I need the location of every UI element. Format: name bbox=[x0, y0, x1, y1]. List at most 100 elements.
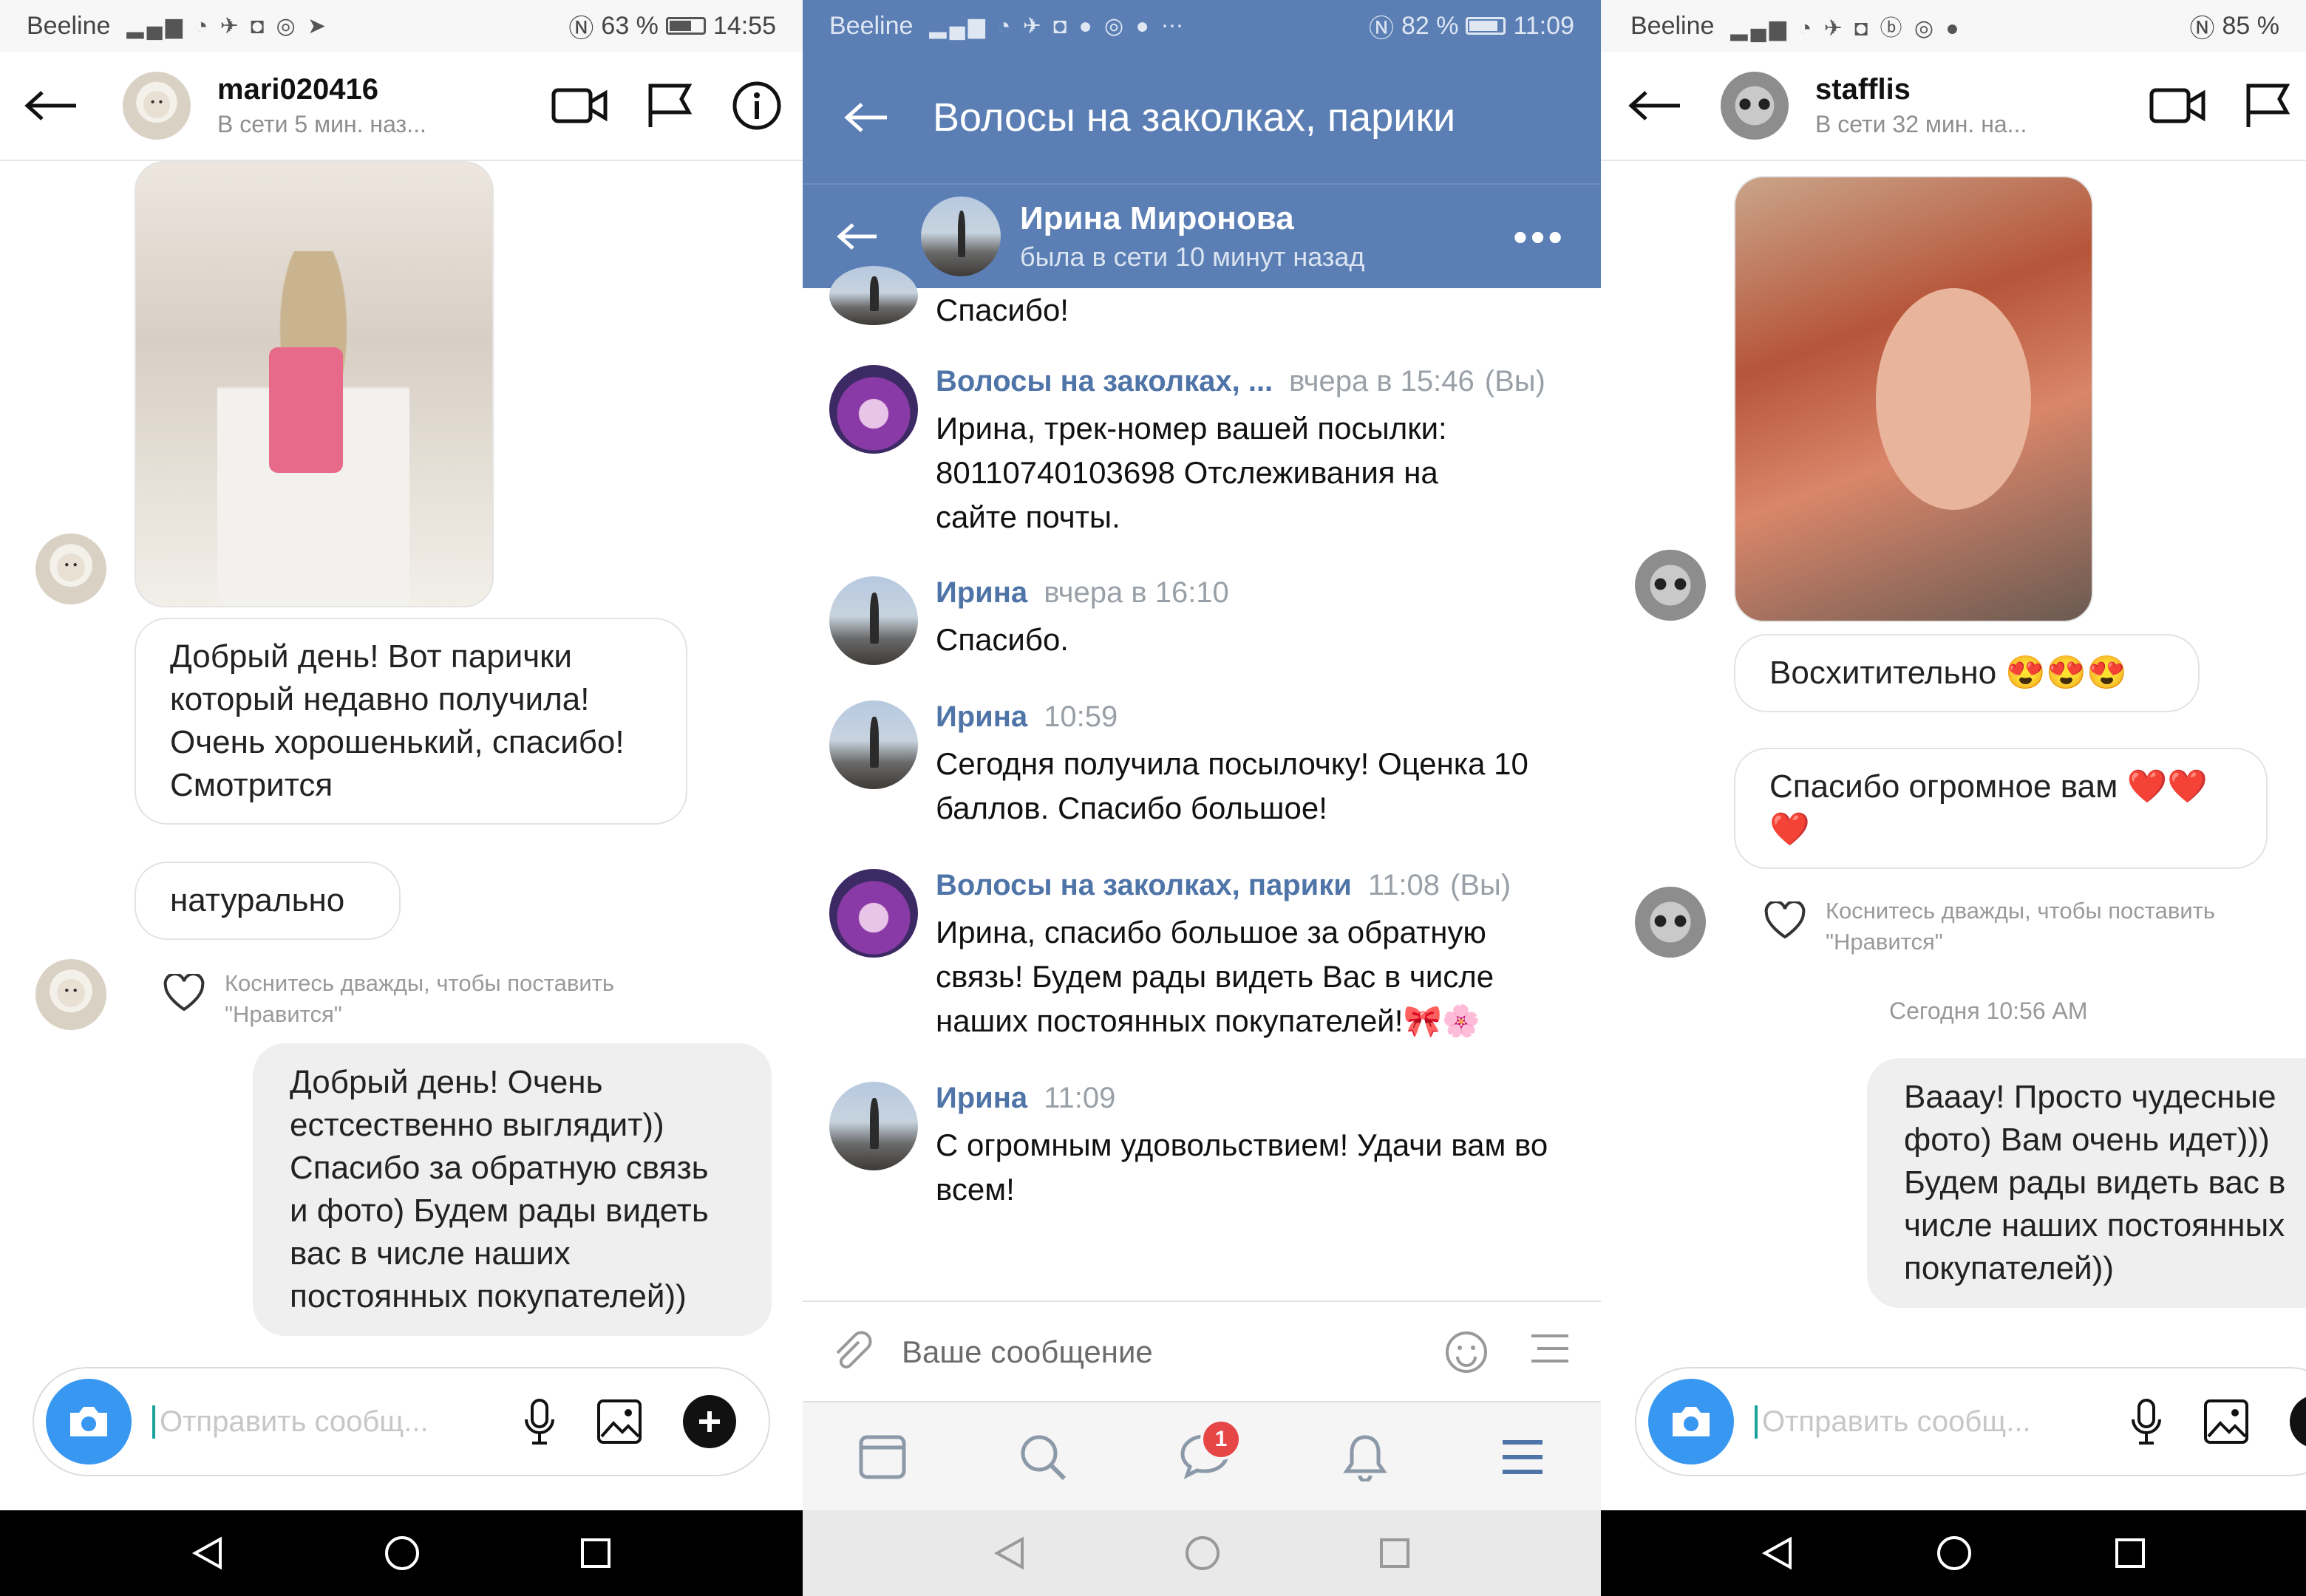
sender-avatar[interactable] bbox=[829, 576, 918, 665]
sender-avatar[interactable] bbox=[829, 365, 918, 454]
message-you-tag: (Вы) bbox=[1450, 869, 1511, 901]
message-author[interactable]: Ирина bbox=[936, 576, 1027, 609]
message-author[interactable]: Волосы на заколках, парики bbox=[936, 869, 1352, 901]
video-call-icon[interactable] bbox=[551, 86, 608, 126]
nfc-icon: Ⓝ bbox=[568, 14, 594, 43]
flag-icon[interactable] bbox=[646, 83, 693, 129]
message-bubble: Восхитительно 😍😍😍 bbox=[1734, 634, 2200, 712]
plus-icon bbox=[699, 1411, 720, 1432]
face-shape bbox=[1876, 288, 2031, 510]
message-composer[interactable]: Отправить сообщ... bbox=[1635, 1367, 2306, 1476]
contact-info[interactable]: mari020416 В сети 5 мин. наз... bbox=[217, 73, 426, 138]
carrier-label: Beeline bbox=[1630, 11, 1715, 40]
video-call-icon[interactable] bbox=[2149, 86, 2205, 126]
sender-avatar[interactable] bbox=[829, 869, 918, 958]
avatar[interactable] bbox=[1721, 72, 1789, 140]
message-text: Вааау! Просто чудесные фото) Вам очень и… bbox=[1904, 1079, 2286, 1286]
sender-avatar[interactable] bbox=[829, 266, 918, 325]
avatar[interactable] bbox=[123, 72, 191, 140]
contact-name: Ирина Миронова bbox=[1020, 200, 1294, 236]
message-time: вчера в 15:46 bbox=[1289, 365, 1475, 398]
message-text: Ирина, трек-номер вашей посылки: 8011074… bbox=[936, 411, 1447, 534]
selfie-photo[interactable] bbox=[1734, 176, 2093, 622]
vk-chat-middle: Beeline ▂▄▆ ◔ ✈ ◘ ● ◎ ● ⋯ Ⓝ 82 % 11:09 В… bbox=[803, 0, 1601, 1596]
plus-button[interactable] bbox=[2290, 1395, 2306, 1448]
message-bubble: натурально bbox=[135, 862, 401, 940]
gallery-icon[interactable] bbox=[596, 1398, 643, 1445]
nav-recents-icon[interactable] bbox=[1378, 1537, 1411, 1569]
phone-shape bbox=[269, 347, 343, 473]
sender-avatar[interactable] bbox=[1635, 550, 1706, 621]
message-author[interactable]: Ирина bbox=[936, 1082, 1027, 1114]
nav-back-icon[interactable] bbox=[1761, 1536, 1795, 1570]
message-author[interactable]: Ирина bbox=[936, 700, 1027, 733]
messages-tab[interactable]: 1 bbox=[1178, 1418, 1242, 1483]
bottom-tab-bar: 1 bbox=[803, 1401, 1601, 1512]
message-composer[interactable]: Отправить сообщ... bbox=[33, 1367, 770, 1476]
status-bar: Beeline ▂▄▆ ◔ ✈ ◘ ◎ ➤ Ⓝ 63 % 14:55 bbox=[0, 0, 803, 52]
paperclip-icon[interactable] bbox=[829, 1330, 874, 1374]
message-input[interactable]: Отправить сообщ... bbox=[152, 1405, 477, 1439]
message-you-tag: (Вы) bbox=[1484, 365, 1545, 398]
keyboard-menu-icon[interactable] bbox=[1528, 1330, 1571, 1367]
sender-avatar[interactable] bbox=[1635, 887, 1706, 958]
like-hint[interactable]: Коснитесь дважды, чтобы поставить "Нрави… bbox=[1763, 896, 2306, 958]
my-message-bubble: Вааау! Просто чудесные фото) Вам очень и… bbox=[1867, 1058, 2306, 1308]
microphone-icon[interactable] bbox=[523, 1397, 556, 1446]
battery-percent: 85 % bbox=[2222, 11, 2280, 40]
battery-icon bbox=[665, 17, 706, 35]
wig-photo[interactable] bbox=[135, 161, 494, 607]
back-arrow-icon[interactable] bbox=[1622, 83, 1688, 128]
heart-icon[interactable] bbox=[1763, 901, 1806, 940]
message-text: Добрый день! Вот парички который недавно… bbox=[170, 638, 625, 803]
message-text: Спасибо огромное вам ❤️❤️ ❤️ bbox=[1769, 768, 2208, 848]
presence-status: В сети 5 мин. наз... bbox=[217, 111, 426, 137]
plus-button[interactable] bbox=[683, 1395, 736, 1448]
message-text: С огромным удовольствием! Удачи вам во в… bbox=[936, 1128, 1548, 1207]
camera-button[interactable] bbox=[46, 1379, 132, 1464]
back-arrow-icon[interactable] bbox=[844, 101, 888, 134]
chat-header: stafflis В сети 32 мин. на... bbox=[1601, 52, 2306, 161]
news-icon[interactable] bbox=[858, 1434, 907, 1480]
instagram-chat-right: Beeline ▂▄▆ ◔ ✈ ◘ ⓑ ◎ ● Ⓝ 85 % stafflis … bbox=[1601, 0, 2306, 1596]
nav-home-icon[interactable] bbox=[384, 1535, 421, 1572]
nav-home-icon[interactable] bbox=[1184, 1535, 1221, 1572]
message-input[interactable]: Отправить сообщ... bbox=[1755, 1405, 2080, 1439]
flag-icon[interactable] bbox=[2244, 83, 2291, 129]
camera-button[interactable] bbox=[1648, 1379, 1734, 1464]
camera-icon bbox=[70, 1407, 107, 1436]
message-text: Добрый день! Очень естсественно выглядит… bbox=[290, 1064, 709, 1314]
battery-percent: 82 % bbox=[1401, 11, 1459, 40]
like-hint[interactable]: Коснитесь дважды, чтобы поставить "Нрави… bbox=[163, 968, 724, 1030]
nav-home-icon[interactable] bbox=[1936, 1535, 1973, 1572]
sender-avatar[interactable] bbox=[829, 1082, 918, 1170]
message-text: Ирина, спасибо большое за обратную связь… bbox=[936, 915, 1494, 1038]
search-icon[interactable] bbox=[1018, 1433, 1067, 1481]
nav-back-icon[interactable] bbox=[993, 1536, 1027, 1570]
message-author[interactable]: Волосы на заколках, ... bbox=[936, 365, 1273, 398]
menu-icon[interactable] bbox=[1500, 1438, 1545, 1476]
more-menu-icon[interactable]: ••• bbox=[1513, 213, 1565, 261]
my-message-bubble: Добрый день! Очень естсественно выглядит… bbox=[253, 1043, 772, 1336]
heart-icon[interactable] bbox=[163, 974, 205, 1012]
sender-avatar[interactable] bbox=[829, 700, 918, 789]
nav-back-icon[interactable] bbox=[191, 1536, 225, 1570]
notifications-icon[interactable] bbox=[1342, 1433, 1388, 1481]
status-icons: ▂▄▆ ◔ ✈ ◘ ◎ ➤ bbox=[126, 13, 330, 38]
community-header: Волосы на заколках, парики bbox=[803, 52, 1601, 183]
status-bar: Beeline ▂▄▆ ◔ ✈ ◘ ⓑ ◎ ● Ⓝ 85 % bbox=[1601, 0, 2306, 52]
sender-avatar[interactable] bbox=[35, 959, 106, 1030]
contact-info[interactable]: stafflis В сети 32 мин. на... bbox=[1815, 73, 2027, 138]
sender-avatar[interactable] bbox=[35, 533, 106, 604]
back-arrow-icon[interactable] bbox=[837, 222, 878, 251]
back-arrow-icon[interactable] bbox=[18, 83, 84, 128]
message-time: 10:59 bbox=[1044, 700, 1118, 733]
nav-recents-icon[interactable] bbox=[579, 1537, 612, 1569]
gallery-icon[interactable] bbox=[2203, 1398, 2250, 1445]
emoji-icon[interactable] bbox=[1444, 1330, 1489, 1374]
message-input[interactable]: Ваше сообщение bbox=[902, 1334, 1153, 1370]
nav-recents-icon[interactable] bbox=[2114, 1537, 2146, 1569]
carrier-label: Beeline bbox=[829, 11, 914, 40]
microphone-icon[interactable] bbox=[2130, 1397, 2163, 1446]
info-icon[interactable] bbox=[732, 81, 782, 131]
